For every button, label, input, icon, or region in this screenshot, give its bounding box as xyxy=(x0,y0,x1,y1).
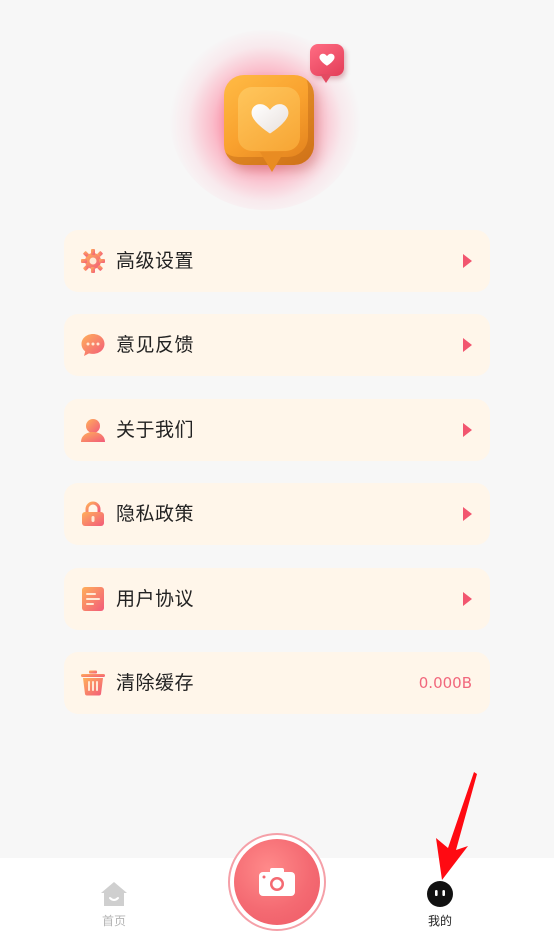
lock-icon xyxy=(82,501,104,527)
trash-icon xyxy=(81,670,105,696)
menu-item-label: 清除缓存 xyxy=(116,671,195,694)
chevron-right-icon xyxy=(463,422,472,437)
menu-item-privacy-policy[interactable]: 隐私政策 xyxy=(64,483,490,546)
menu-item-label: 隐私政策 xyxy=(116,503,195,526)
chevron-right-icon xyxy=(463,254,472,268)
home-icon xyxy=(101,882,127,906)
cache-size-value: 0.000B xyxy=(418,673,472,692)
small-heart-icon xyxy=(319,53,335,66)
menu-item-feedback[interactable]: 意见反馈 xyxy=(64,314,490,377)
settings-menu: 高级设置 意见反馈 关于我们 隐私政策 用户协议 清除缓存 0.000B xyxy=(64,230,490,736)
menu-item-user-agreement[interactable]: 用户协议 xyxy=(64,567,490,630)
menu-item-clear-cache[interactable]: 清除缓存 0.000B xyxy=(64,651,490,714)
camera-button[interactable] xyxy=(228,833,326,931)
user-icon xyxy=(81,418,105,442)
heart-icon xyxy=(251,104,289,134)
menu-item-about-us[interactable]: 关于我们 xyxy=(64,398,490,461)
menu-item-label: 用户协议 xyxy=(116,587,195,610)
chat-bubble-icon xyxy=(81,334,105,357)
profile-face-icon xyxy=(427,881,453,907)
chevron-right-icon xyxy=(463,507,472,522)
camera-icon xyxy=(259,868,295,896)
tab-home-label: 首页 xyxy=(101,914,126,928)
profile-screen: 高级设置 意见反馈 关于我们 隐私政策 用户协议 清除缓存 0.000B 首页 … xyxy=(0,0,554,951)
hero-illustration xyxy=(170,30,370,220)
menu-item-label: 高级设置 xyxy=(116,250,195,272)
document-icon xyxy=(82,586,104,611)
tab-home[interactable]: 首页 xyxy=(59,858,169,951)
menu-item-advanced-settings[interactable]: 高级设置 xyxy=(64,230,490,292)
camera-button-face xyxy=(234,839,320,925)
red-arrow-pointer-icon xyxy=(436,772,477,880)
small-heart-bubble-tail xyxy=(320,74,332,83)
menu-item-label: 关于我们 xyxy=(116,418,195,441)
menu-item-label: 意见反馈 xyxy=(116,334,195,357)
gear-icon xyxy=(81,249,105,273)
chevron-right-icon xyxy=(463,591,472,606)
heart-chat-bubble-tail xyxy=(260,152,284,172)
tab-mine-label: 我的 xyxy=(427,914,452,928)
chevron-right-icon xyxy=(463,338,472,353)
